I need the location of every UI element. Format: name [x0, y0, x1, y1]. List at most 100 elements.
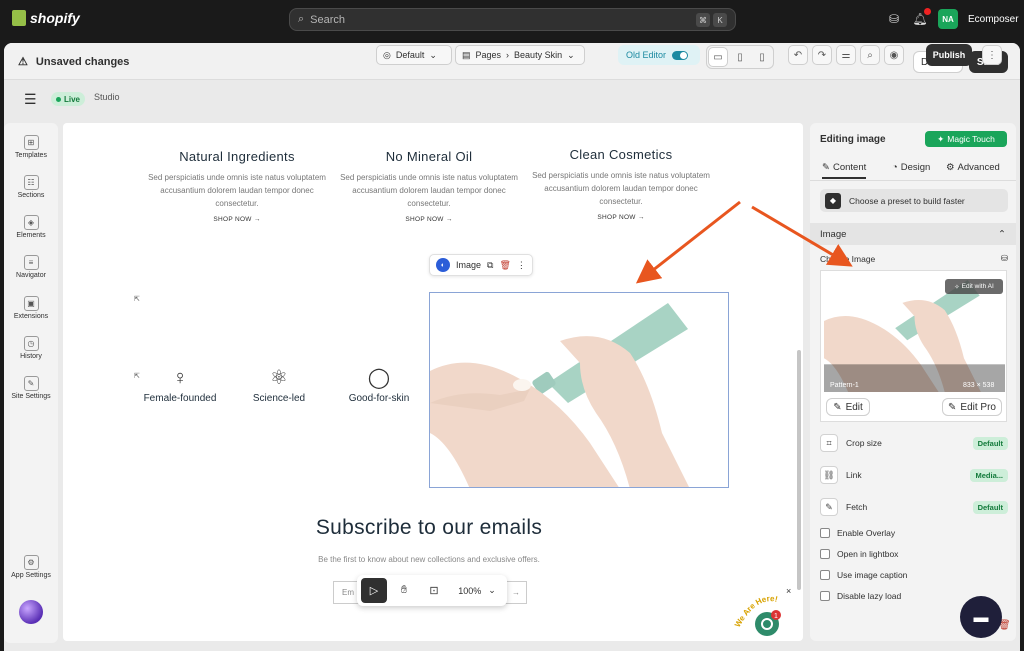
- arrow-right-icon: →: [512, 588, 520, 597]
- publish-button[interactable]: Publish: [926, 44, 972, 66]
- database-icon[interactable]: ⛁: [886, 11, 902, 27]
- subscribe-subtitle: Be the first to know about new collectio…: [318, 555, 540, 564]
- layout-select[interactable]: ◎ Default ⌄: [376, 45, 452, 65]
- checkbox[interactable]: [820, 549, 830, 559]
- property-fetch[interactable]: ✎ Fetch Default: [820, 497, 1008, 517]
- checkbox[interactable]: [820, 591, 830, 601]
- feature-title: Clean Cosmetics: [569, 147, 673, 162]
- crop-icon: ⌗: [820, 434, 838, 452]
- edit-with-ai-button[interactable]: ✧ Edit with AI: [945, 279, 1003, 294]
- atom-icon: ⚛: [270, 367, 288, 389]
- tablet-icon[interactable]: ▯: [730, 47, 750, 67]
- inspector-panel: Editing image ✦ Magic Touch ✎ Content ◔ Des…: [810, 123, 1016, 641]
- preview-search-icon[interactable]: ⌕: [860, 45, 880, 65]
- delete-icon[interactable]: 🗑︎: [499, 260, 510, 271]
- feature-text: Sed perspiciatis unde omnis iste natus v…: [532, 171, 710, 206]
- close-icon[interactable]: ×: [786, 586, 791, 596]
- shop-now-link[interactable]: SHOP NOW →: [531, 214, 711, 221]
- toggle-switch[interactable]: [672, 50, 689, 60]
- checkbox[interactable]: [820, 528, 830, 538]
- rail-navigator[interactable]: ≡ Navigator: [4, 255, 58, 279]
- account-name[interactable]: Ecomposer: [968, 14, 1019, 25]
- selected-image[interactable]: [429, 292, 729, 488]
- more-icon[interactable]: ⋮: [517, 260, 526, 271]
- checkbox-enable-overlay[interactable]: Enable Overlay: [820, 528, 895, 538]
- more-options-icon[interactable]: ⋮: [982, 45, 1002, 65]
- help-widget-badge: 1: [774, 613, 778, 620]
- image-section-header[interactable]: Image ⌃: [810, 223, 1016, 245]
- image-picker: ✧ Edit with AI Pattern-1 833 × 538 ✎ Edit …: [820, 270, 1007, 422]
- property-crop-size[interactable]: ⌗ Crop size Default: [820, 433, 1008, 453]
- profile-orb[interactable]: [19, 600, 43, 624]
- focus-icon[interactable]: ⊡: [421, 578, 447, 603]
- rail-history[interactable]: ◷ History: [4, 336, 58, 360]
- desktop-icon[interactable]: ▭: [708, 47, 728, 67]
- shop-now-link[interactable]: SHOP NOW →: [339, 216, 519, 223]
- property-value[interactable]: Default: [972, 500, 1008, 514]
- edit-pro-button[interactable]: ✎ Edit Pro: [942, 398, 1002, 416]
- hand-icon[interactable]: ✋︎: [391, 578, 417, 603]
- undo-icon[interactable]: ↶: [788, 45, 808, 65]
- image-thumbnail[interactable]: ✧ Edit with AI Pattern-1 833 × 538: [824, 274, 1005, 392]
- property-link[interactable]: ⛓ Link Media...: [820, 465, 1008, 485]
- sections-icon: ☷: [23, 175, 39, 190]
- account-avatar[interactable]: NA: [938, 9, 958, 29]
- rail-app-settings[interactable]: ⚙ App Settings: [4, 555, 58, 579]
- zoom-select[interactable]: 100% ⌄: [451, 578, 503, 603]
- search-icon: ⌕: [298, 13, 305, 25]
- shopify-logo[interactable]: shopify: [12, 10, 80, 26]
- image-element-icon: ◐: [436, 258, 450, 272]
- old-editor-toggle[interactable]: Old Editor: [618, 45, 700, 65]
- eye-icon[interactable]: ◉: [884, 45, 904, 65]
- storage-icon[interactable]: ⛁: [1001, 253, 1008, 264]
- drag-handle-icon[interactable]: ⇱: [134, 295, 142, 303]
- property-value[interactable]: Default: [972, 436, 1008, 450]
- bell-icon[interactable]: 🔔︎: [912, 8, 931, 27]
- search-input[interactable]: ⌕ Search ⌘ K: [289, 8, 736, 31]
- rail-sections[interactable]: ☷ Sections: [4, 175, 58, 199]
- image-dimensions: 833 × 538: [963, 382, 995, 389]
- history-controls: ↶ ↷ ⚌ ⌕ ◉: [788, 45, 904, 65]
- search-shortcut: ⌘ K: [696, 13, 727, 27]
- tab-content[interactable]: ✎ Content: [822, 162, 867, 179]
- rail-templates[interactable]: ⊞ Templates: [4, 135, 58, 159]
- checkbox[interactable]: [820, 570, 830, 580]
- preset-button[interactable]: ◆ Choose a preset to build faster: [820, 189, 1008, 212]
- duplicate-icon[interactable]: ⧉: [487, 260, 493, 271]
- unsaved-message: Unsaved changes: [35, 55, 130, 68]
- magic-touch-button[interactable]: ✦ Magic Touch: [925, 131, 1007, 147]
- checkbox-disable-lazy-load[interactable]: Disable lazy load: [820, 591, 901, 601]
- chevron-down-icon: ⌄: [488, 585, 496, 595]
- hamburger-menu-icon[interactable]: ☰: [24, 91, 37, 108]
- rail-elements[interactable]: ◈ Elements: [4, 215, 58, 239]
- tab-design[interactable]: ◔ Design: [892, 162, 930, 173]
- edit-image-button[interactable]: ✎ Edit: [826, 398, 870, 416]
- mobile-icon[interactable]: ▯: [752, 47, 772, 67]
- pencil-icon: ✎: [822, 162, 830, 173]
- redo-icon[interactable]: ↷: [812, 45, 832, 65]
- topbar-right: ⛁ 🔔︎ NA Ecomposer: [886, 8, 1019, 29]
- app-settings-icon: ⚙: [23, 555, 39, 570]
- chevron-down-icon: ⌄: [567, 49, 575, 60]
- checkbox-open-lightbox[interactable]: Open in lightbox: [820, 549, 898, 559]
- chat-icon[interactable]: ▬: [960, 596, 1002, 638]
- sparkle-icon: ✦: [937, 133, 945, 144]
- icon-feature: ♀ Female-founded: [135, 368, 225, 404]
- checkbox-image-caption[interactable]: Use image caption: [820, 570, 907, 580]
- studio-label[interactable]: Studio: [94, 92, 120, 102]
- page-select[interactable]: ▤ Pages › Beauty Skin ⌄: [455, 45, 585, 65]
- property-value[interactable]: Media...: [970, 468, 1008, 482]
- canvas-scrollbar[interactable]: [797, 350, 801, 590]
- pencil-icon: ✎: [948, 401, 957, 413]
- device-switcher: ▭ ▯ ▯: [706, 45, 774, 69]
- shop-now-link[interactable]: SHOP NOW →: [147, 216, 327, 223]
- tab-advanced[interactable]: ⚙ Advanced: [946, 162, 1000, 173]
- choose-image-row: Choose Image ⛁: [820, 253, 1008, 264]
- settings-sliders-icon[interactable]: ⚌: [836, 45, 856, 65]
- pointer-icon[interactable]: ▷: [361, 578, 387, 603]
- rail-extensions[interactable]: ▣ Extensions: [4, 296, 58, 320]
- rail-site-settings[interactable]: ✎ Site Settings: [4, 376, 58, 400]
- icon-feature: ⚛ Science-led: [234, 368, 324, 404]
- image-name: Pattern-1: [830, 382, 859, 389]
- editor-toolbar: ☰ Live Studio: [4, 81, 1020, 117]
